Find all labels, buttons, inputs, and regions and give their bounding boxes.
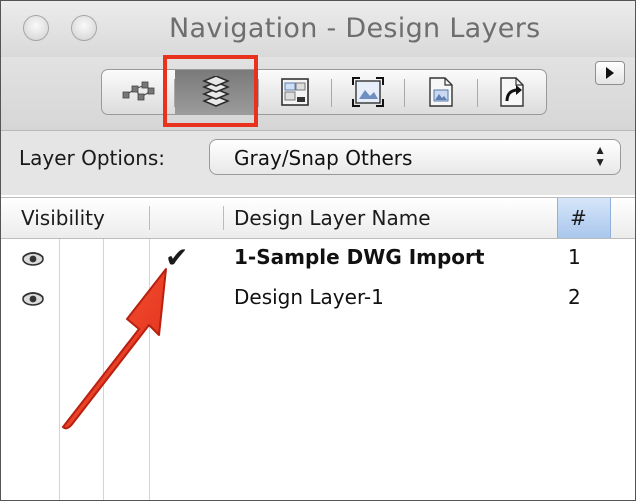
reference-icon	[500, 77, 524, 107]
number-column-header[interactable]: #	[570, 206, 587, 230]
layer-number: 2	[568, 285, 581, 309]
navigation-palette: Navigation - Design Layers Layer Options…	[0, 0, 636, 501]
layer-name: 1-Sample DWG Import	[234, 245, 485, 269]
annotation-arrow-icon	[62, 268, 167, 430]
name-column-header[interactable]: Design Layer Name	[234, 206, 431, 230]
title-bar[interactable]: Navigation - Design Layers	[1, 1, 635, 57]
tab-sheet-layers[interactable]	[259, 70, 331, 114]
column-separator	[149, 206, 150, 230]
zoom-window-button[interactable]	[71, 15, 97, 41]
network-graph-icon	[122, 81, 155, 101]
close-window-button[interactable]	[23, 15, 49, 41]
palette-menu-button[interactable]	[595, 61, 625, 85]
visibility-column-header[interactable]: Visibility	[21, 206, 105, 230]
selected-tab-highlight	[163, 55, 258, 127]
tab-saved-views[interactable]	[405, 70, 477, 114]
table-header: Visibility Design Layer Name #	[1, 197, 635, 239]
sheet-layer-icon	[281, 78, 309, 106]
layer-number: 1	[568, 245, 581, 269]
document-icon	[429, 77, 453, 107]
tab-references[interactable]	[478, 70, 546, 114]
layer-options-label: Layer Options:	[19, 146, 166, 170]
viewport-icon	[352, 77, 384, 107]
layer-options-select[interactable]: Gray/Snap Others ▲ ▼	[209, 139, 621, 175]
layer-name: Design Layer-1	[234, 285, 384, 309]
triangle-right-icon	[606, 67, 614, 79]
select-arrows-icon: ▲ ▼	[594, 143, 606, 169]
layer-options-value: Gray/Snap Others	[234, 146, 413, 170]
column-separator	[223, 206, 224, 230]
tab-viewports[interactable]	[332, 70, 404, 114]
window-title: Navigation - Design Layers	[169, 13, 541, 44]
